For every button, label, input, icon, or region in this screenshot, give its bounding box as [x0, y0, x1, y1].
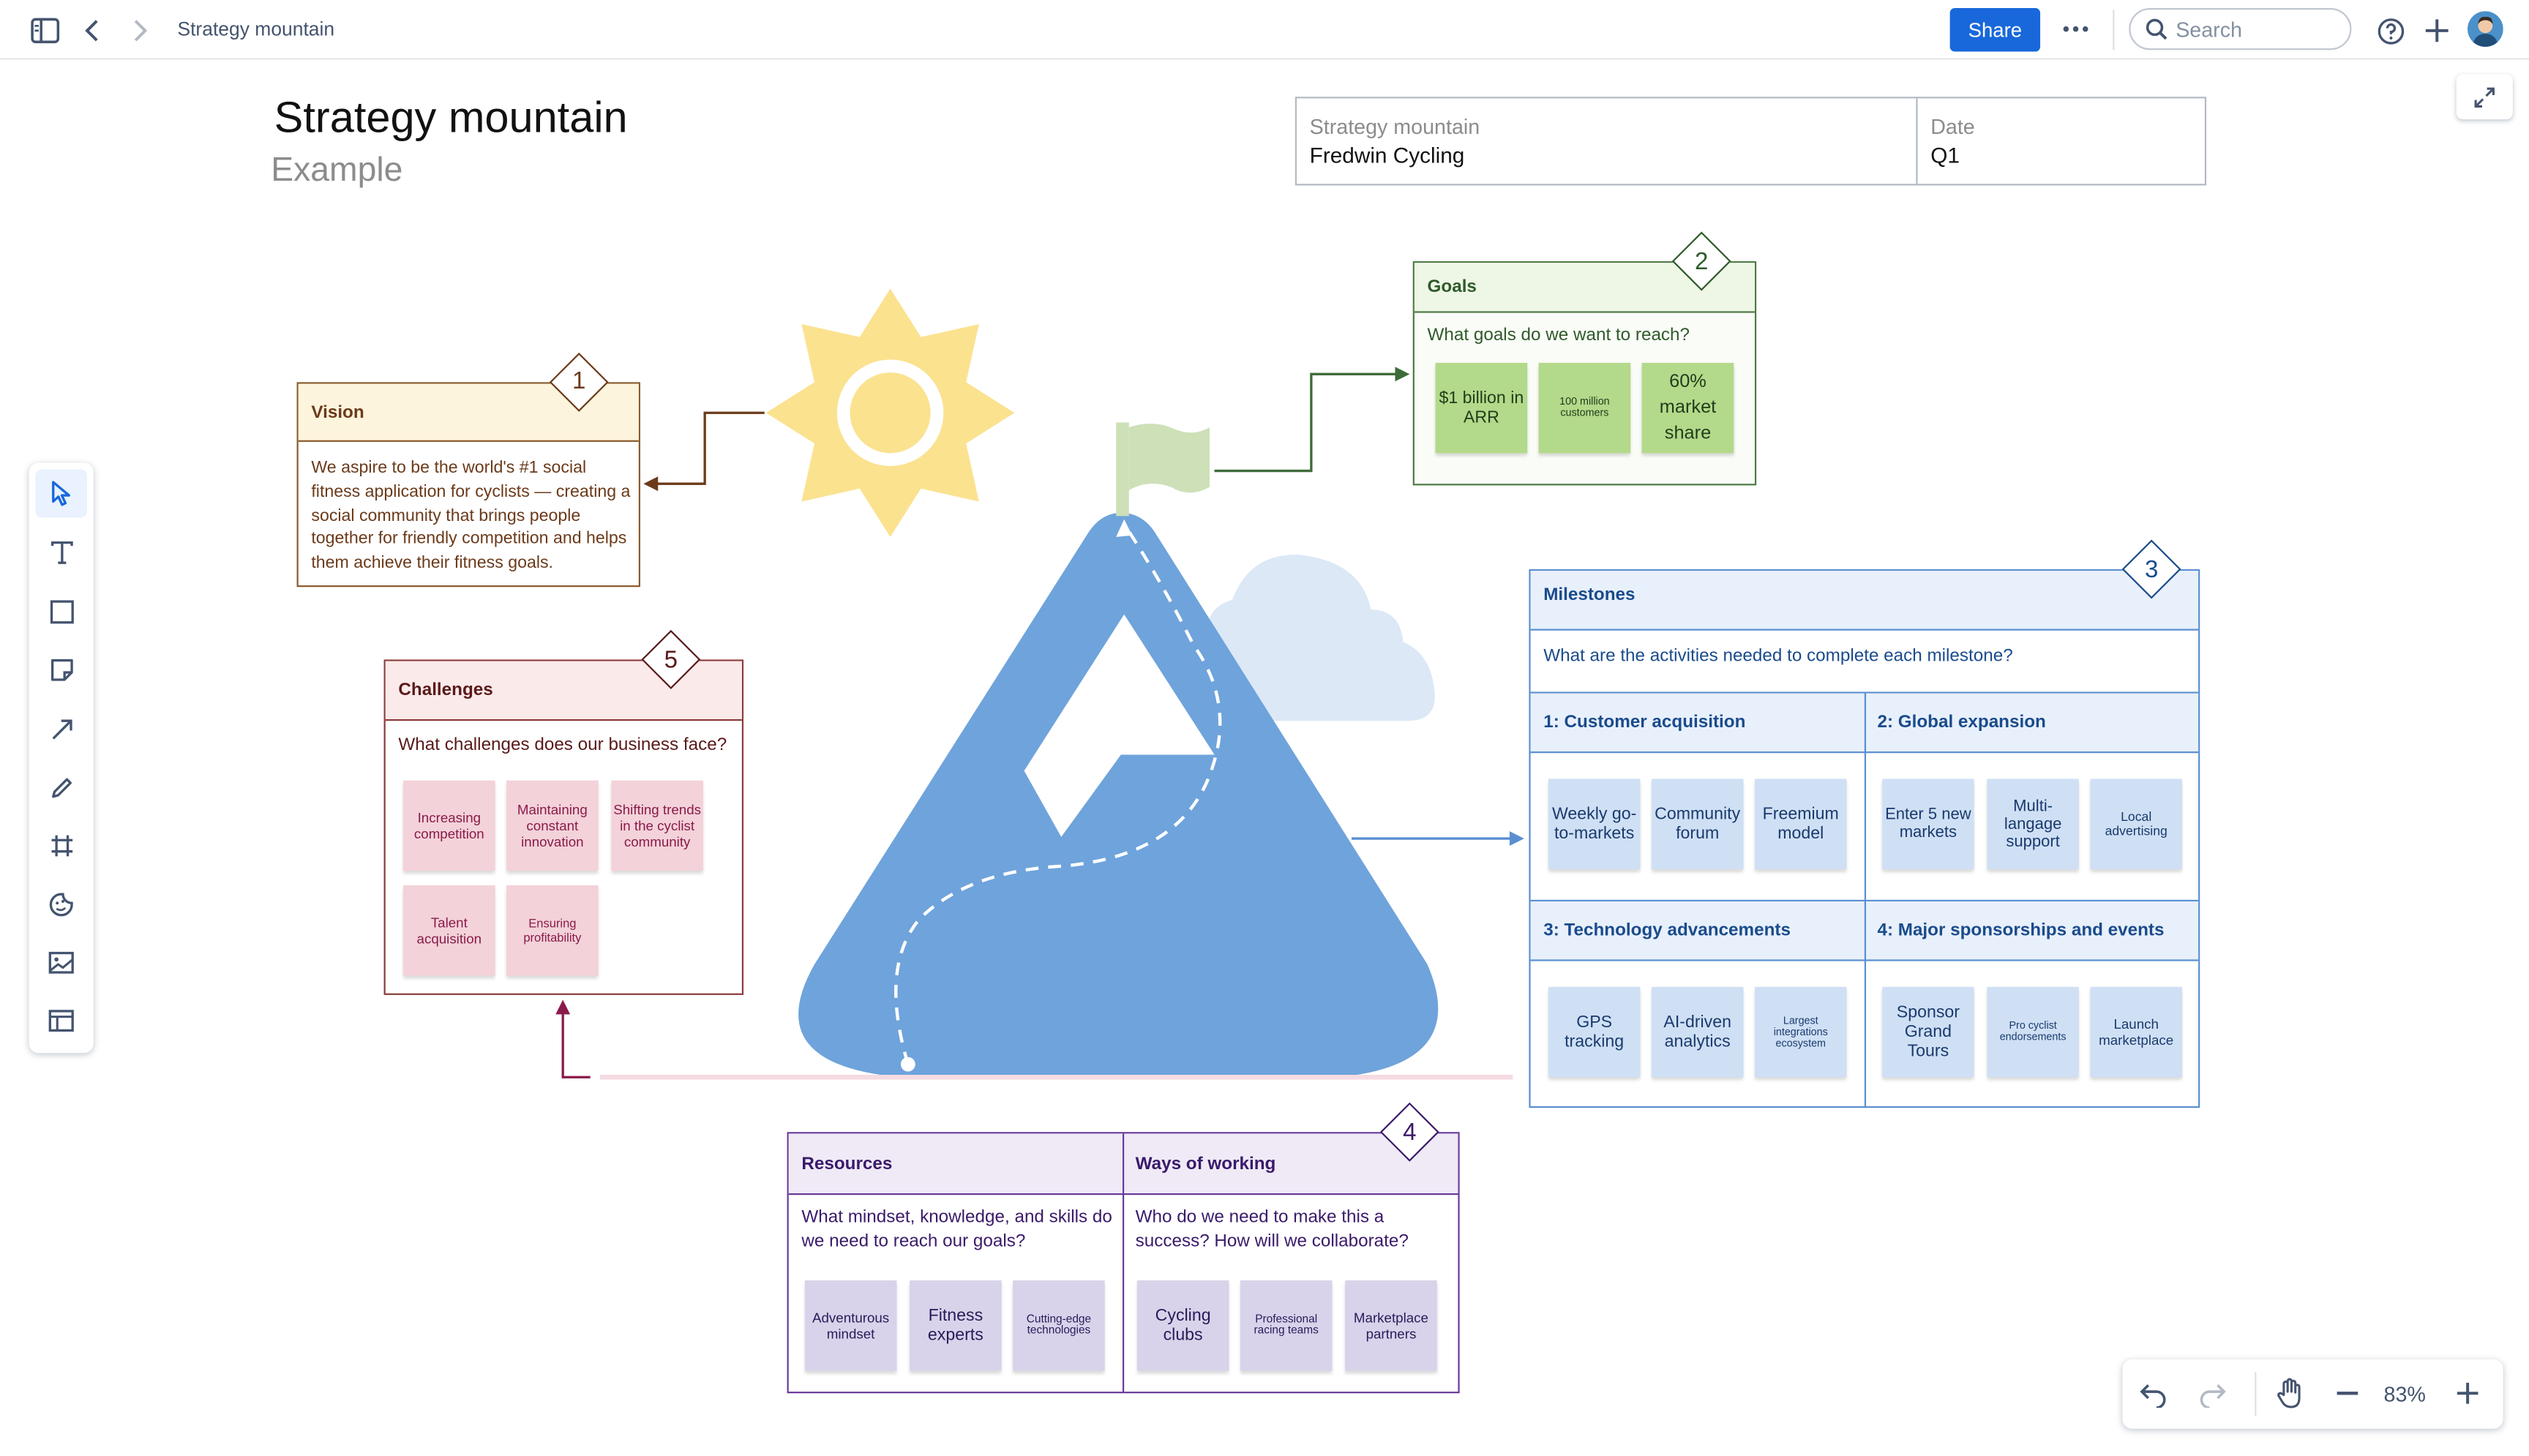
milestone-section-title: 1: Customer acquisition — [1543, 713, 1746, 732]
frame-question: What goals do we want to reach? — [1427, 326, 1690, 345]
flag-shape — [1116, 422, 1210, 517]
zoom-out-icon[interactable] — [2337, 1392, 2358, 1395]
sticky-note[interactable]: Fitness experts — [910, 1280, 1002, 1371]
divider — [1864, 691, 1867, 1108]
frame-question: What mindset, knowledge, and skills do w… — [801, 1207, 1112, 1252]
zoom-level[interactable]: 83% — [2384, 1382, 2426, 1406]
sticky-note[interactable]: Freemium model — [1754, 778, 1847, 869]
sticky-note[interactable]: AI-driven analytics — [1651, 986, 1744, 1078]
sticky-note[interactable]: Community forum — [1651, 778, 1744, 869]
sticky-note[interactable]: $1 billion in ARR — [1435, 362, 1528, 454]
step-number: 4 — [1403, 1119, 1417, 1147]
resources-frame[interactable]: Resources Ways of working What mindset, … — [787, 1132, 1460, 1394]
vision-statement[interactable]: We aspire to be the world's #1 social fi… — [311, 457, 634, 576]
sticky-note[interactable]: Maintaining constant innovation — [506, 780, 599, 871]
milestone-section-title: 3: Technology advancements — [1543, 920, 1791, 940]
sticky-note[interactable]: Increasing competition — [403, 780, 495, 871]
zoom-toolbar: 83% — [2122, 1359, 2503, 1429]
step-number: 5 — [664, 646, 678, 675]
whiteboard-app: Strategy mountain Share Search Strategy … — [0, 0, 2529, 1456]
vision-frame[interactable]: Vision We aspire to be the world's #1 so… — [296, 382, 640, 588]
frame-title: Ways of working — [1135, 1155, 1276, 1174]
sticky-note[interactable]: 100 million customers — [1538, 362, 1631, 454]
milestones-frame[interactable]: Milestones What are the activities neede… — [1529, 569, 2200, 1108]
sun-shape — [765, 288, 1015, 537]
sticky-note[interactable]: Ensuring profitability — [506, 885, 599, 976]
sticky-note[interactable]: Multi-langage support — [1987, 778, 2079, 869]
goals-frame[interactable]: Goals What goals do we want to reach? $1… — [1412, 261, 1757, 486]
milestone-section-title: 4: Major sponsorships and events — [1877, 920, 2165, 940]
sticky-note[interactable]: Shifting trends in the cyclist community — [611, 780, 703, 871]
divider — [1122, 1133, 1125, 1392]
zoom-in-icon[interactable] — [2457, 1382, 2479, 1413]
frame-title: Resources — [801, 1155, 893, 1174]
step-number: 2 — [1695, 248, 1709, 276]
divider — [2255, 1372, 2257, 1416]
frame-title: Milestones — [1530, 571, 2199, 631]
frame-question: What are the activities needed to comple… — [1543, 646, 2013, 667]
sticky-note[interactable]: Local advertising — [2090, 778, 2183, 869]
sticky-note[interactable]: Pro cyclist endorsements — [1987, 986, 2079, 1078]
sticky-note[interactable]: Enter 5 new markets — [1882, 778, 1974, 869]
challenges-frame[interactable]: Challenges What challenges does our busi… — [383, 659, 744, 995]
step-number: 3 — [2144, 556, 2159, 584]
sticky-note[interactable]: Adventurous mindset — [804, 1280, 897, 1371]
sticky-note[interactable]: Cycling clubs — [1136, 1280, 1229, 1371]
sticky-note[interactable]: Marketplace partners — [1345, 1280, 1437, 1371]
sticky-note[interactable]: Weekly go-to-markets — [1548, 778, 1641, 869]
redo-icon[interactable] — [2198, 1378, 2228, 1416]
frame-question: What challenges does our business face? — [398, 735, 727, 755]
hand-pan-icon[interactable] — [2276, 1377, 2305, 1417]
sticky-note[interactable]: GPS tracking — [1548, 986, 1641, 1078]
sticky-note[interactable]: Professional racing teams — [1240, 1280, 1333, 1371]
step-number: 1 — [572, 367, 586, 395]
sticky-note[interactable]: Sponsor Grand Tours — [1882, 986, 1974, 1078]
sticky-note[interactable]: Largest integrations ecosystem — [1754, 986, 1847, 1078]
sticky-note[interactable]: Launch marketplace — [2090, 986, 2183, 1078]
milestone-section-title: 2: Global expansion — [1877, 713, 2046, 732]
frame-question: Who do we need to make this a success? H… — [1135, 1207, 1409, 1252]
sticky-note[interactable]: 60% market share — [1641, 362, 1734, 454]
sticky-note[interactable]: Cutting-edge technologies — [1013, 1280, 1105, 1371]
undo-icon[interactable] — [2139, 1378, 2168, 1416]
sticky-note[interactable]: Talent acquisition — [403, 885, 495, 976]
